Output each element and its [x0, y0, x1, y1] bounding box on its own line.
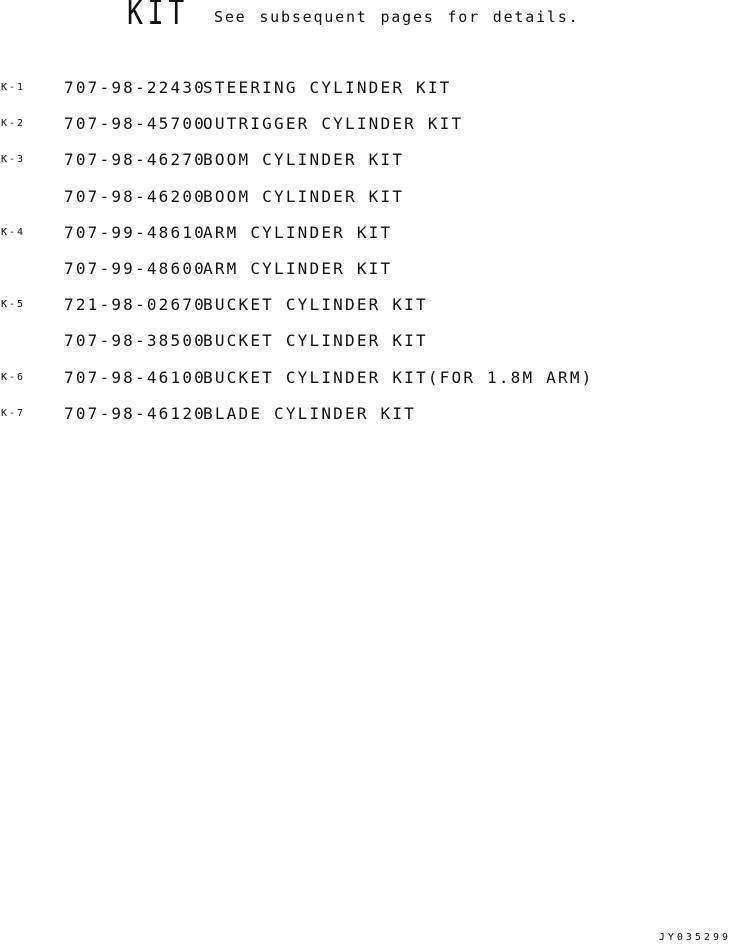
part-number: 721-98-02670 — [64, 295, 206, 315]
part-description: ARM CYLINDER KIT — [203, 258, 393, 278]
kit-row-k4-alt: 707-99-48600 ARM CYLINDER KIT — [0, 259, 733, 295]
part-description: BLADE CYLINDER KIT — [203, 403, 416, 423]
kit-row-k3-alt: 707-98-46200 BOOM CYLINDER KIT — [0, 187, 733, 223]
item-number: K-1 — [1, 82, 26, 93]
item-number: K-5 — [1, 299, 26, 311]
part-description: BOOM CYLINDER KIT — [203, 186, 405, 206]
part-number: 707-99-48610 — [64, 222, 206, 242]
kit-row-k7: K-7 707-98-46120 BLADE CYLINDER KIT — [0, 404, 733, 440]
part-number: 707-98-22430 — [64, 78, 206, 97]
part-number: 707-98-46120 — [64, 403, 206, 423]
part-number: 707-98-38500 — [64, 331, 206, 351]
part-description: BUCKET CYLINDER KIT — [203, 295, 428, 315]
document-code: JY035299 — [658, 932, 731, 943]
kit-list: K-1 707-98-22430 STEERING CYLINDER KIT K… — [0, 78, 733, 440]
item-number: K-2 — [1, 118, 26, 130]
item-number: K-4 — [1, 226, 26, 238]
part-description: ARM CYLINDER KIT — [203, 222, 393, 242]
part-number: 707-98-45700 — [64, 114, 206, 134]
details-note: See subsequent pages for details. — [214, 8, 580, 26]
item-number: K-6 — [1, 371, 26, 383]
part-number: 707-98-46100 — [64, 367, 206, 387]
part-number: 707-98-46200 — [64, 186, 206, 206]
item-number: K-3 — [1, 154, 26, 166]
kit-row-k3: K-3 707-98-46270 BOOM CYLINDER KIT — [0, 150, 733, 186]
kit-row-k4: K-4 707-99-48610 ARM CYLINDER KIT — [0, 223, 733, 259]
part-number: 707-98-46270 — [64, 150, 206, 170]
page-title: KIT — [127, 0, 189, 33]
part-description: BUCKET CYLINDER KIT — [203, 331, 428, 351]
kit-row-k5-alt: 707-98-38500 BUCKET CYLINDER KIT — [0, 331, 733, 367]
kit-row-k1: K-1 707-98-22430 STEERING CYLINDER KIT — [0, 78, 733, 114]
part-description: BUCKET CYLINDER KIT(FOR 1.8M ARM) — [203, 367, 594, 387]
part-description: BOOM CYLINDER KIT — [203, 150, 405, 170]
kit-row-k2: K-2 707-98-45700 OUTRIGGER CYLINDER KIT — [0, 114, 733, 150]
item-number: K-7 — [1, 407, 26, 419]
part-number: 707-99-48600 — [64, 258, 206, 278]
kit-row-k6: K-6 707-98-46100 BUCKET CYLINDER KIT(FOR… — [0, 368, 733, 404]
kit-row-k5: K-5 721-98-02670 BUCKET CYLINDER KIT — [0, 295, 733, 331]
part-description: OUTRIGGER CYLINDER KIT — [203, 114, 464, 134]
part-description: STEERING CYLINDER KIT — [203, 78, 452, 97]
